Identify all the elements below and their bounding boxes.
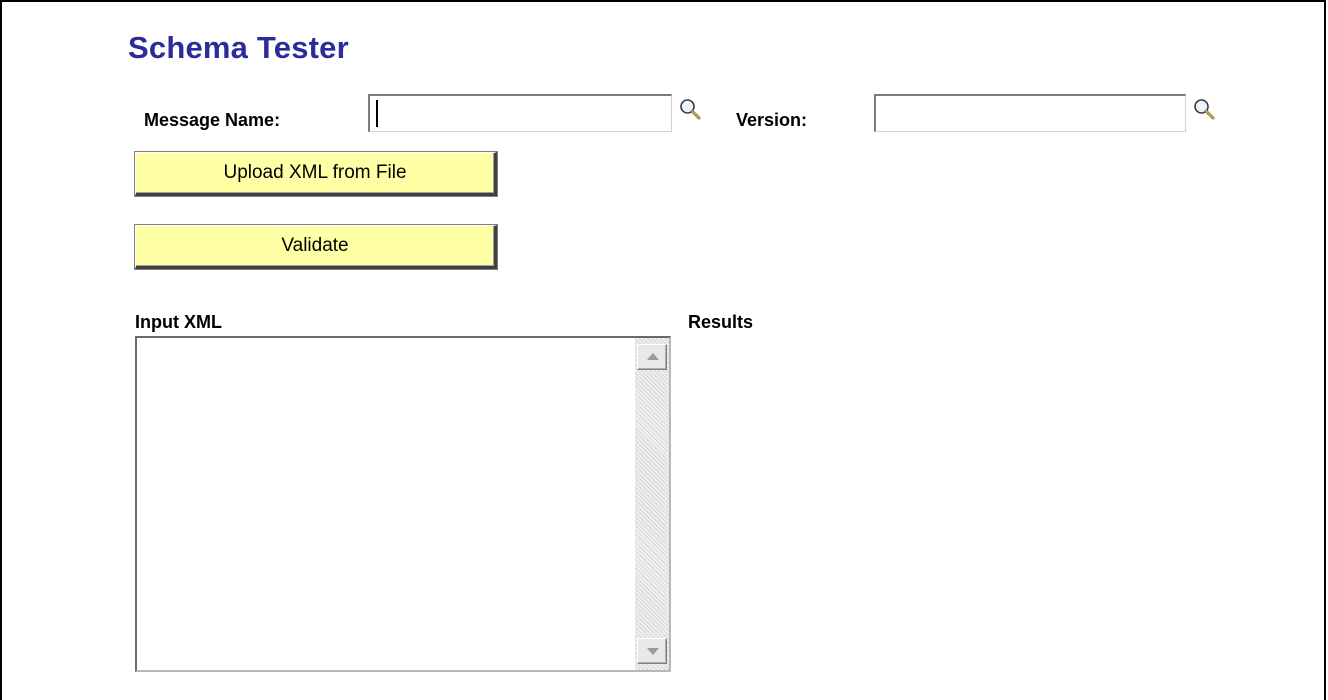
version-lookup-icon[interactable] <box>1192 97 1218 123</box>
upload-xml-button[interactable]: Upload XML from File <box>135 152 497 196</box>
version-label: Version: <box>736 110 808 130</box>
arrow-down-icon <box>647 648 659 655</box>
text-caret <box>376 100 378 127</box>
arrow-up-icon <box>647 353 659 360</box>
magnifier-icon <box>1194 99 1215 120</box>
page-title: Schema Tester <box>128 30 349 65</box>
input-xml-content[interactable] <box>137 338 635 670</box>
results-output <box>688 336 1288 672</box>
input-xml-label: Input XML <box>135 312 222 332</box>
message-name-label: Message Name: <box>144 110 281 130</box>
results-label: Results <box>688 312 754 332</box>
scroll-down-button[interactable] <box>637 638 667 664</box>
input-xml-textarea[interactable] <box>135 336 671 672</box>
page-frame: Schema Tester Message Name: Version: Upl… <box>0 0 1326 700</box>
magnifier-icon <box>680 99 701 120</box>
validate-button[interactable]: Validate <box>135 225 497 269</box>
message-name-input[interactable] <box>368 94 672 132</box>
input-xml-scrollbar[interactable] <box>635 338 669 670</box>
scroll-up-button[interactable] <box>637 344 667 370</box>
message-name-lookup-icon[interactable] <box>678 97 704 123</box>
version-input[interactable] <box>874 94 1186 132</box>
